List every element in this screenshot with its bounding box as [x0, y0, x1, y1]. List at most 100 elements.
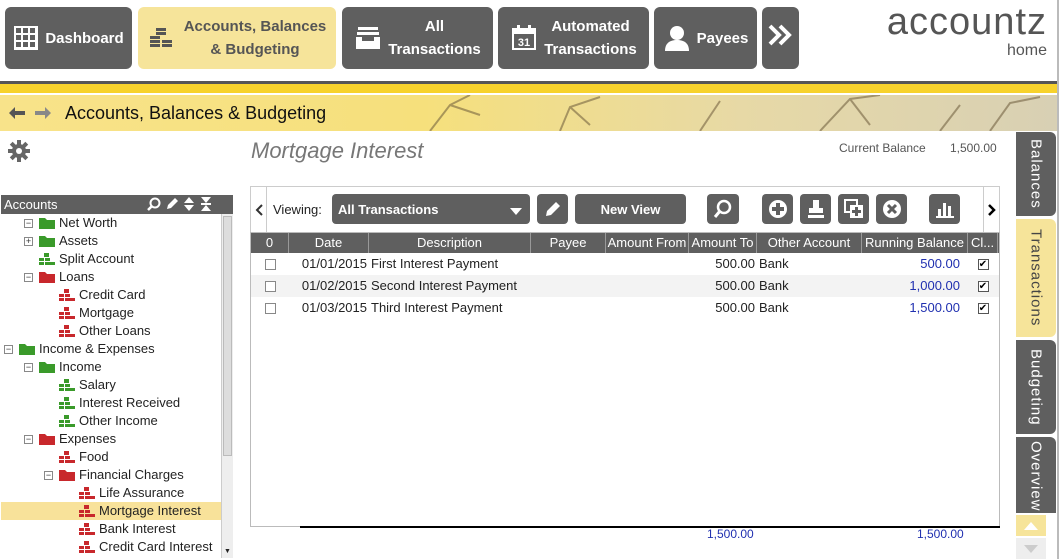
- collapse-icon[interactable]: −: [44, 470, 53, 480]
- tree-item[interactable]: Bank Interest: [1, 520, 221, 538]
- tree-item[interactable]: Life Assurance: [1, 484, 221, 502]
- nav-payees-button[interactable]: Payees: [654, 7, 757, 69]
- table-row[interactable]: 01/03/2015 Third Interest Payment 500.00 Ba…: [251, 297, 999, 319]
- tree-item[interactable]: − Loans: [1, 268, 221, 286]
- tab-balances[interactable]: Balances: [1016, 132, 1056, 216]
- account-icon: [79, 505, 95, 517]
- row-select-checkbox[interactable]: [251, 297, 289, 319]
- tree-item[interactable]: Salary: [1, 376, 221, 394]
- account-icon: [59, 307, 75, 319]
- other-account-cell: Bank: [759, 256, 789, 271]
- tree-item[interactable]: − Financial Charges: [1, 466, 221, 484]
- chart-button[interactable]: [929, 194, 960, 224]
- tree-item[interactable]: Food: [1, 448, 221, 466]
- amount-from-cell: [606, 275, 689, 297]
- column-header[interactable]: Description: [369, 233, 531, 253]
- column-header[interactable]: Running Balance: [862, 233, 968, 253]
- nav-all-transactions-button[interactable]: All Transactions: [342, 7, 493, 69]
- column-header[interactable]: Amount To: [689, 233, 757, 253]
- cleared-checkbox[interactable]: ✔: [977, 303, 989, 315]
- tree-item[interactable]: Split Account: [1, 250, 221, 268]
- collapse-icon[interactable]: −: [24, 362, 33, 372]
- checkbox[interactable]: [264, 281, 276, 293]
- cleared-checkbox[interactable]: ✔: [977, 259, 989, 271]
- checkbox[interactable]: [264, 259, 276, 271]
- tree-item[interactable]: Interest Received: [1, 394, 221, 412]
- nav-dashboard-label: Dashboard: [45, 29, 124, 47]
- arrow-down-icon: [1024, 544, 1038, 553]
- tabs-scroll-up[interactable]: [1016, 515, 1046, 536]
- description-cell: Third Interest Payment: [371, 300, 503, 315]
- tree-item[interactable]: − Income: [1, 358, 221, 376]
- tray-icon: [354, 24, 382, 52]
- stamp-button[interactable]: [800, 194, 831, 224]
- nav-auto-label-2: Transactions: [544, 41, 637, 58]
- add-transaction-button[interactable]: [762, 194, 793, 224]
- tree-item-label: Net Worth: [59, 215, 118, 230]
- stamp-icon: [807, 200, 824, 218]
- gear-icon[interactable]: [8, 140, 30, 165]
- nav-more-button[interactable]: [762, 7, 799, 69]
- row-select-checkbox[interactable]: [251, 253, 289, 275]
- collapse-icon[interactable]: −: [24, 218, 33, 228]
- tab-overview[interactable]: Overview: [1016, 437, 1056, 513]
- search-button[interactable]: [707, 194, 739, 224]
- delete-button[interactable]: [876, 194, 907, 224]
- tabs-scroll-down[interactable]: [1016, 538, 1046, 559]
- column-header[interactable]: 0: [251, 233, 289, 253]
- tab-budgeting[interactable]: Budgeting: [1016, 340, 1056, 434]
- tree-item-label: Life Assurance: [99, 485, 185, 500]
- tree-item[interactable]: Mortgage Interest: [1, 502, 221, 520]
- collapse-icon[interactable]: −: [4, 344, 13, 354]
- tree-item[interactable]: Other Loans: [1, 322, 221, 340]
- expand-icon[interactable]: +: [24, 236, 33, 246]
- tree-item[interactable]: Credit Card Interest: [1, 538, 221, 556]
- new-view-button[interactable]: New View: [575, 194, 686, 224]
- tree-item[interactable]: Mortgage: [1, 304, 221, 322]
- date-cell: 01/01/2015: [301, 256, 367, 271]
- calendar-icon: 31: [510, 24, 538, 52]
- nav-automated-transactions-button[interactable]: 31 Automated Transactions: [498, 7, 649, 69]
- scrollbar-thumb[interactable]: [223, 216, 232, 456]
- nav-dashboard-button[interactable]: Dashboard: [5, 7, 132, 69]
- tree-item[interactable]: − Income & Expenses: [1, 340, 221, 358]
- row-select-checkbox[interactable]: [251, 275, 289, 297]
- column-header[interactable]: Amount From: [606, 233, 689, 253]
- account-icon: [79, 523, 95, 535]
- nav-all-label-2: Transactions: [388, 41, 481, 58]
- running-balance-cell: 1,000.00: [909, 278, 960, 293]
- table-row[interactable]: 01/02/2015 Second Interest Payment 500.00 B…: [251, 275, 999, 297]
- table-row[interactable]: 01/01/2015 First Interest Payment 500.00 Ba…: [251, 253, 999, 275]
- folder-icon: [39, 235, 55, 247]
- edit-view-button[interactable]: [537, 194, 568, 224]
- checkbox[interactable]: [264, 303, 276, 315]
- column-header[interactable]: Cl...: [968, 233, 998, 253]
- toolbar-scroll-right[interactable]: [983, 187, 1000, 232]
- column-header[interactable]: Date: [289, 233, 369, 253]
- view-select[interactable]: All Transactions: [332, 194, 530, 224]
- description-cell: Second Interest Payment: [371, 278, 517, 293]
- duplicate-button[interactable]: [838, 194, 869, 224]
- tree-item[interactable]: Other Income: [1, 412, 221, 430]
- scroll-down-icon[interactable]: ▼: [223, 548, 232, 556]
- tree-item[interactable]: − Net Worth: [1, 214, 221, 232]
- chevron-right-icon: [988, 203, 996, 216]
- tree-item[interactable]: − Expenses: [1, 430, 221, 448]
- current-balance-label: Current Balance: [839, 141, 926, 155]
- brand-name: accountz: [886, 1, 1047, 43]
- tree-item[interactable]: + Assets: [1, 232, 221, 250]
- toolbar-scroll-left[interactable]: [251, 187, 267, 232]
- column-header[interactable]: Other Account: [757, 233, 862, 253]
- collapse-icon[interactable]: −: [24, 272, 33, 282]
- tab-transactions[interactable]: Transactions: [1016, 219, 1056, 337]
- cleared-checkbox[interactable]: ✔: [977, 281, 989, 293]
- tree-scrollbar[interactable]: ▼: [221, 214, 233, 558]
- nav-accounts-label-1: Accounts, Balances: [183, 18, 327, 35]
- tab-budgeting-label: Budgeting: [1027, 348, 1045, 426]
- account-icon: [59, 397, 75, 409]
- nav-accounts-button[interactable]: Accounts, Balances & Budgeting: [138, 7, 336, 69]
- collapse-icon[interactable]: −: [24, 434, 33, 444]
- column-header[interactable]: Payee: [531, 233, 606, 253]
- folder-icon: [19, 343, 35, 355]
- tree-item[interactable]: Credit Card: [1, 286, 221, 304]
